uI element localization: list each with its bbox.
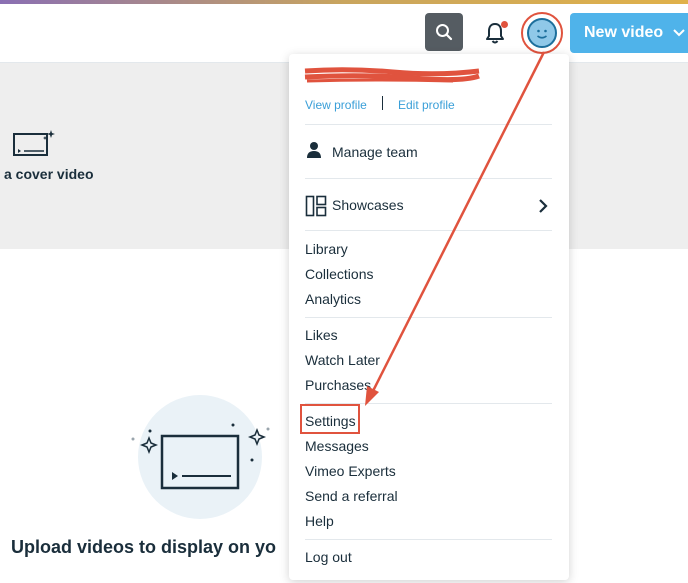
chevron-right-icon <box>539 199 548 213</box>
menu-item-analytics[interactable]: Analytics <box>305 291 361 307</box>
edit-profile-link[interactable]: Edit profile <box>398 98 455 112</box>
divider <box>305 124 552 125</box>
upload-video-illustration <box>131 395 270 519</box>
cover-video-text: a cover video <box>4 166 94 182</box>
search-icon <box>436 24 453 41</box>
upload-title: Upload videos to display on yo <box>11 537 277 557</box>
menu-item-showcases[interactable]: Showcases <box>305 195 552 217</box>
person-icon <box>307 142 321 158</box>
menu-item-log-out[interactable]: Log out <box>305 549 352 565</box>
new-video-button[interactable]: New video <box>570 13 688 53</box>
smiley-icon <box>537 29 547 39</box>
divider <box>305 317 552 318</box>
menu-item-collections[interactable]: Collections <box>305 266 373 282</box>
showcases-icon <box>305 195 327 217</box>
divider <box>305 539 552 540</box>
menu-item-watch-later[interactable]: Watch Later <box>305 352 380 368</box>
view-profile-link[interactable]: View profile <box>305 98 367 112</box>
menu-item-settings[interactable]: Settings <box>305 413 356 429</box>
redacted-username <box>304 67 480 83</box>
avatar[interactable] <box>527 18 557 48</box>
divider <box>305 230 552 231</box>
chevron-down-icon <box>673 29 685 37</box>
showcases-label: Showcases <box>332 197 404 213</box>
menu-item-help[interactable]: Help <box>305 513 334 529</box>
search-button[interactable] <box>425 13 463 51</box>
menu-item-messages[interactable]: Messages <box>305 438 369 454</box>
menu-item-likes[interactable]: Likes <box>305 327 338 343</box>
divider <box>305 178 552 179</box>
video-sparkle-icon <box>13 130 55 156</box>
notification-dot <box>501 21 508 28</box>
menu-item-vimeo-experts[interactable]: Vimeo Experts <box>305 463 396 479</box>
account-dropdown-menu: View profile Edit profile Manage team Sh… <box>289 54 569 580</box>
profile-links-separator <box>382 96 383 110</box>
menu-item-send-referral[interactable]: Send a referral <box>305 488 398 504</box>
new-video-label: New video <box>584 24 664 41</box>
menu-item-library[interactable]: Library <box>305 241 348 257</box>
manage-team-label: Manage team <box>332 144 418 160</box>
menu-item-purchases[interactable]: Purchases <box>305 377 371 393</box>
